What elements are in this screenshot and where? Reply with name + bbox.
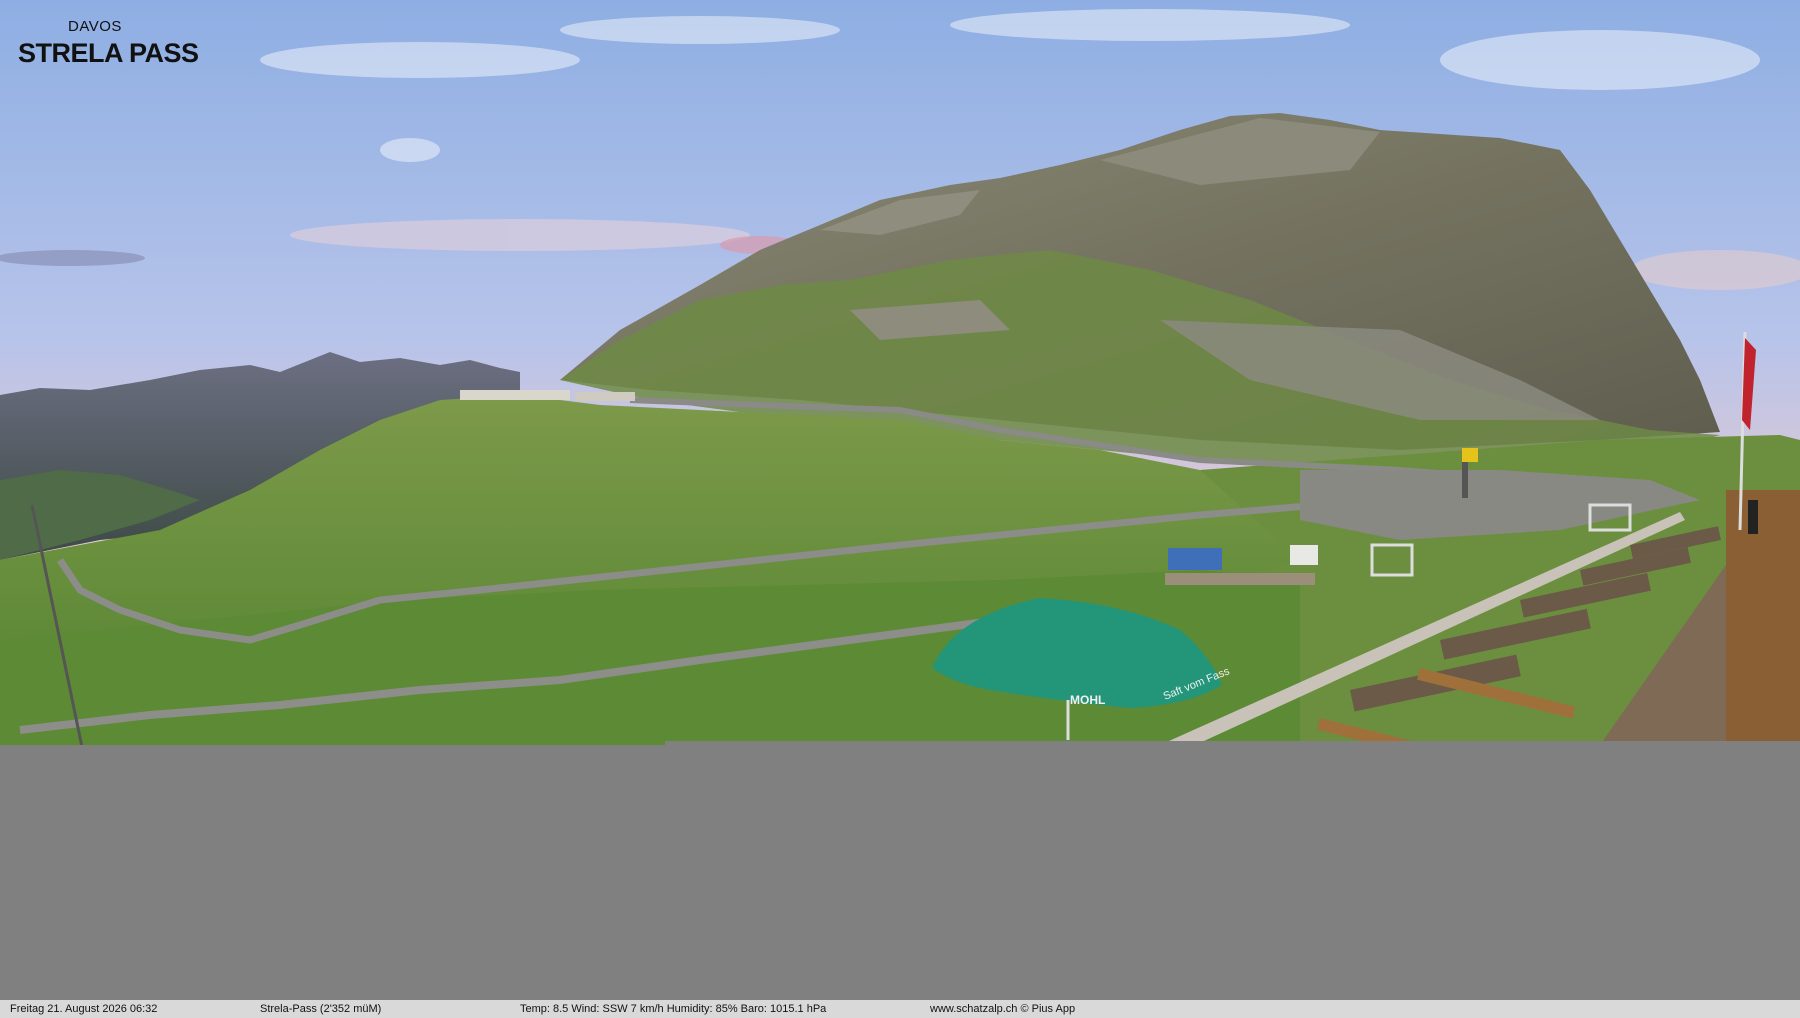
status-weather: Temp: 8.5 Wind: SSW 7 km/h Humidity: 85%…: [520, 1003, 827, 1015]
person: [1748, 500, 1758, 534]
status-bar: Freitag 21. August 2026 06:32 Strela-Pas…: [0, 1000, 1800, 1018]
logo-line-davos: DAVOS: [68, 18, 122, 35]
status-datetime: Freitag 21. August 2026 06:32: [10, 1003, 158, 1015]
hut-wall: [1726, 490, 1800, 752]
status-credits: www.schatzalp.ch © Pius App: [930, 1003, 1076, 1015]
ridge-building: [460, 390, 570, 400]
small-cart: [1290, 545, 1318, 565]
webcam-view: MOHL Saft vom Fass DAVOS STRELA PASS Fre…: [0, 0, 1800, 1018]
mountain-scene: MOHL Saft vom Fass: [0, 0, 1800, 752]
blue-container: [1168, 548, 1222, 570]
yellow-sign: [1462, 448, 1478, 462]
pallet-stack: [1165, 573, 1315, 585]
status-location: Strela-Pass (2'352 müM): [260, 1003, 382, 1015]
parasol-brand: MOHL: [1070, 693, 1105, 707]
ridge-building-2: [575, 392, 635, 401]
logo-line-strela-pass: STRELA PASS: [18, 38, 199, 68]
image-gray-area: [0, 745, 1800, 1000]
cloud-streak: [0, 250, 145, 266]
